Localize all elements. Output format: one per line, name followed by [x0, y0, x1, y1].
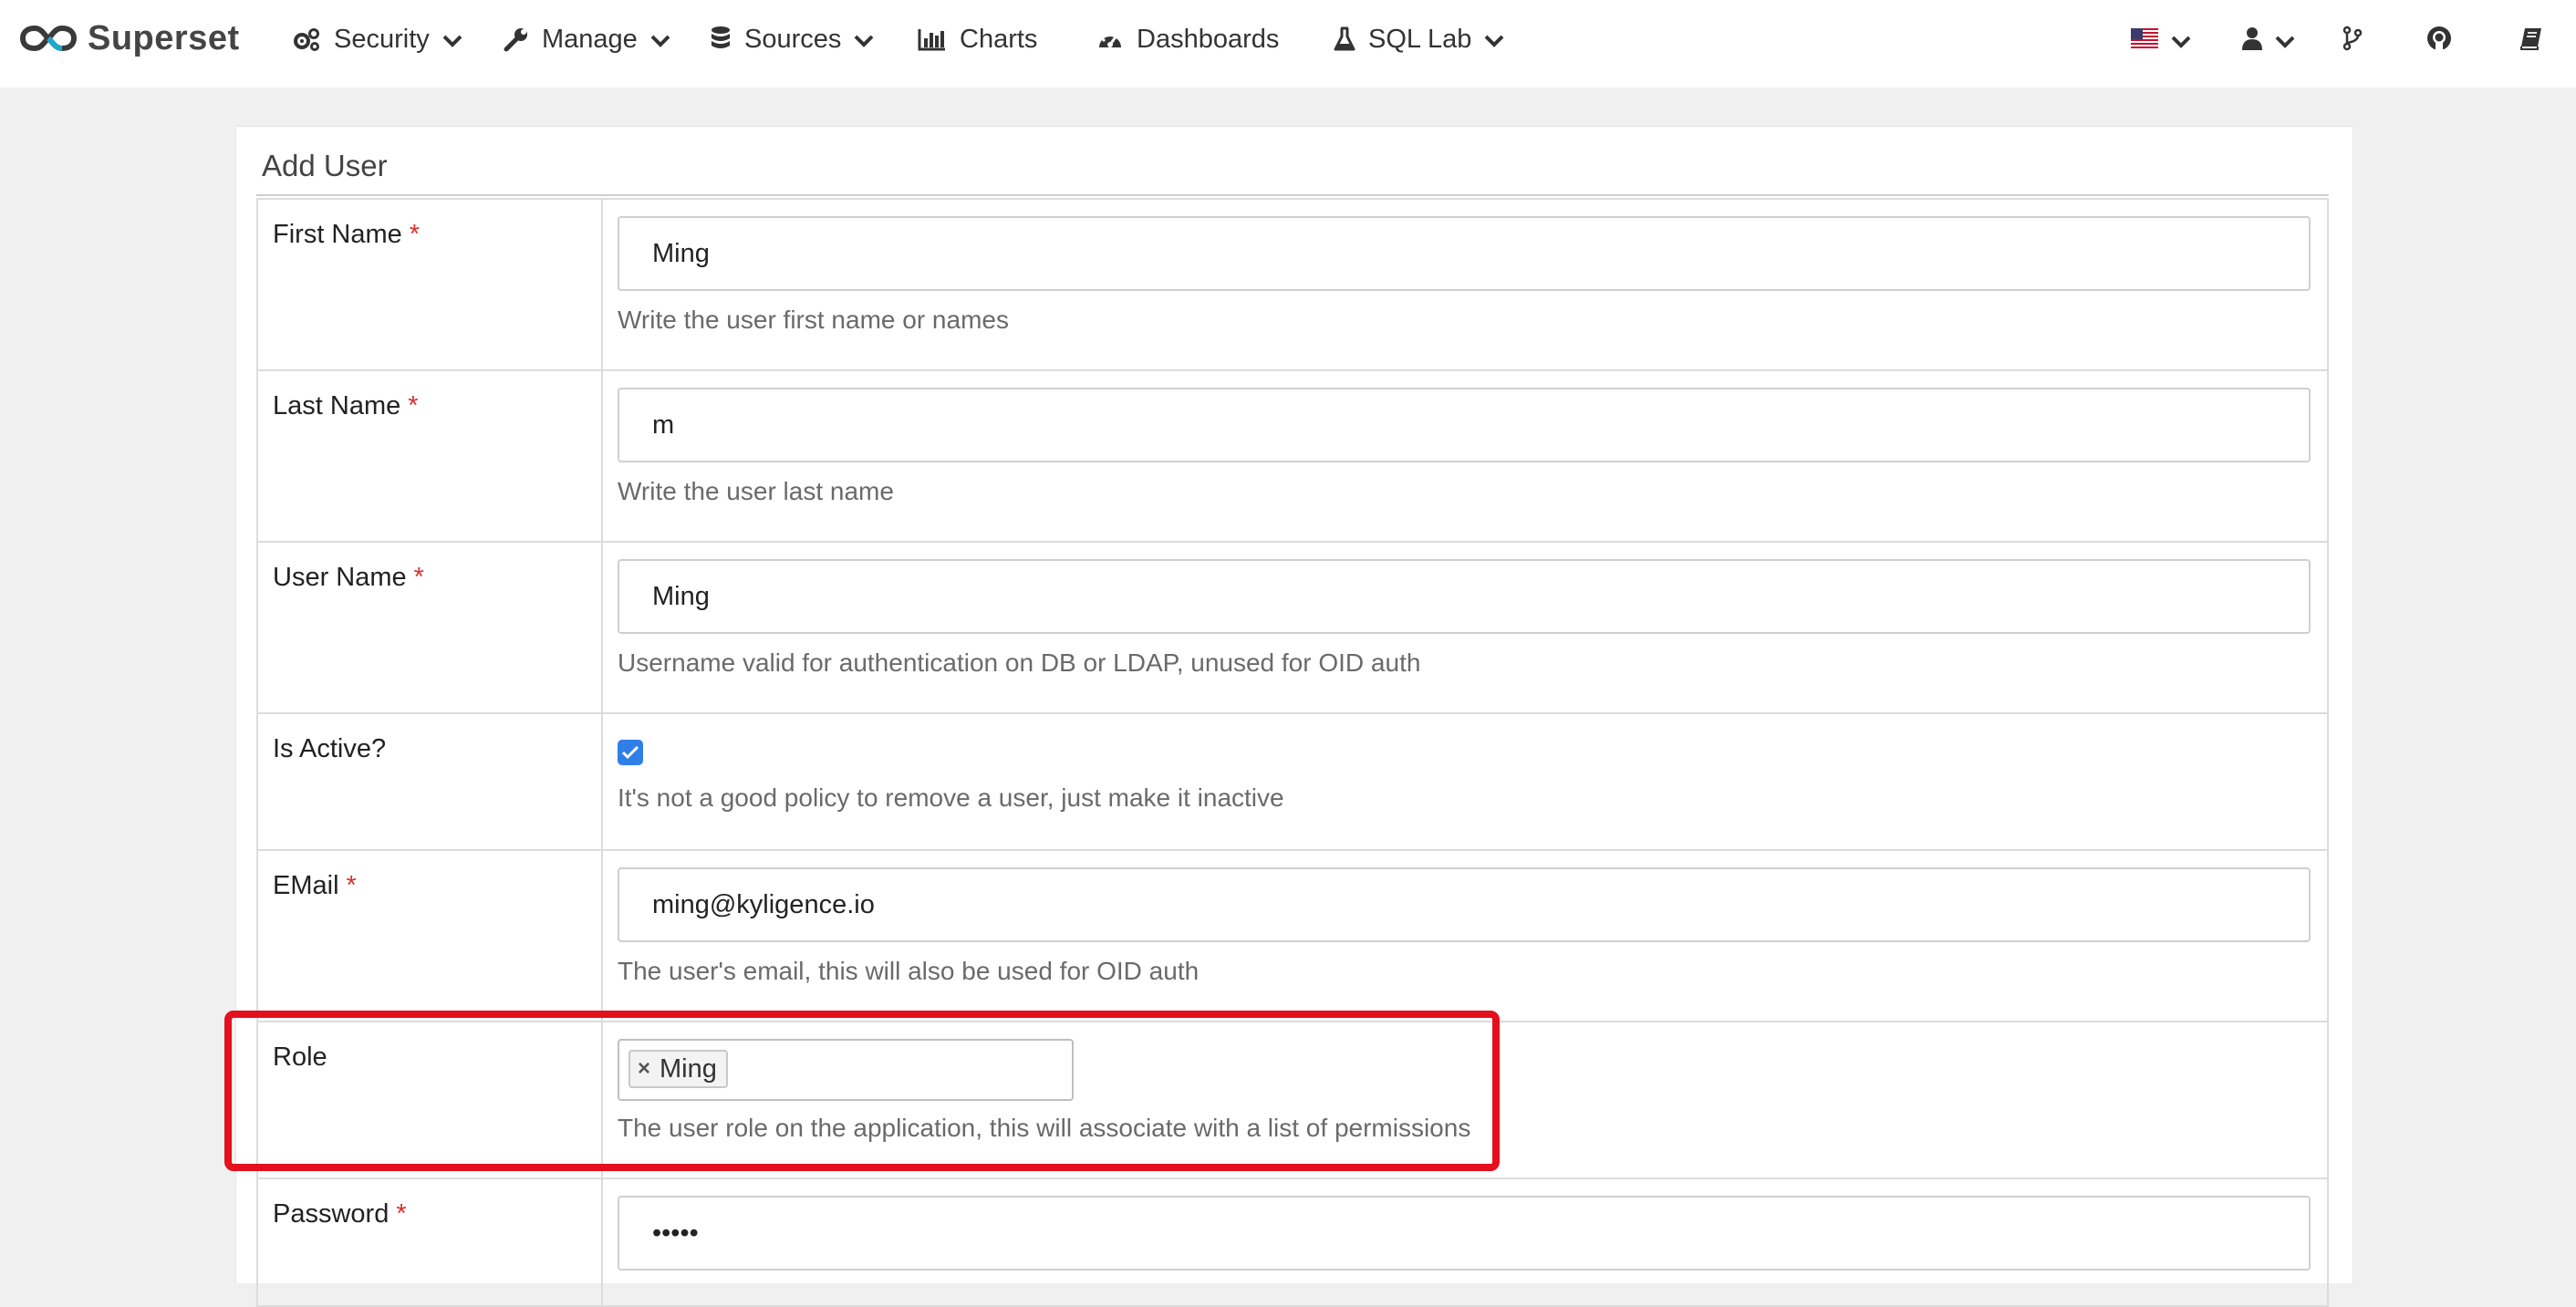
nav-security[interactable]: Security: [292, 18, 462, 60]
user-menu[interactable]: [2242, 20, 2295, 60]
is-active-label: Is Active?: [273, 734, 387, 763]
email-label: EMail *: [273, 871, 357, 900]
password-input[interactable]: [618, 1196, 2311, 1271]
nav-sql-lab-label: SQL Lab: [1368, 24, 1472, 54]
required-marker: *: [346, 871, 357, 900]
is-active-help: It's not a good policy to remove a user,…: [618, 783, 1284, 812]
chevron-down-icon: [1484, 35, 1504, 47]
password-label: Password *: [273, 1199, 407, 1229]
role-select[interactable]: × Ming: [618, 1039, 1074, 1101]
user-name-row: User Name* Username valid for authentica…: [256, 541, 2329, 714]
checkmark-icon: [621, 745, 639, 760]
flask-icon: [1334, 26, 1356, 52]
add-user-panel: Add User First Name* Write the user firs…: [235, 126, 2353, 1307]
first-name-help: Write the user first name or names: [618, 306, 1009, 334]
last-name-input[interactable]: [618, 388, 2311, 462]
nav-dashboards-label: Dashboards: [1137, 24, 1280, 54]
role-tag-label: Ming: [660, 1053, 717, 1084]
chevron-down-icon: [2171, 36, 2191, 48]
version-info[interactable]: [2342, 20, 2363, 60]
nav-charts[interactable]: Charts: [918, 18, 1037, 60]
add-user-form: First Name* Write the user first name or…: [256, 198, 2329, 1307]
nav-charts-label: Charts: [960, 24, 1038, 54]
required-marker: *: [396, 1199, 407, 1229]
first-name-input[interactable]: [618, 216, 2311, 291]
cogs-icon: [292, 26, 321, 52]
nav-sources[interactable]: Sources: [710, 18, 874, 60]
email-help: The user's email, this will also be used…: [618, 957, 1200, 985]
chevron-down-icon: [2275, 36, 2295, 48]
nav-security-label: Security: [334, 24, 430, 54]
user-name-label: User Name *: [273, 563, 424, 592]
user-name-help: Username valid for authentication on DB …: [618, 648, 1421, 677]
superset-logo-icon: [20, 25, 77, 52]
brand-name: Superset: [88, 18, 240, 57]
email-row: EMail* The user's email, this will also …: [256, 849, 2329, 1022]
first-name-label: First Name *: [273, 220, 421, 249]
last-name-row: Last Name* Write the user last name: [256, 369, 2329, 543]
title-divider: [256, 194, 2329, 196]
password-row: Password *: [256, 1177, 2329, 1307]
github-icon: [2426, 26, 2452, 56]
is-active-row: Is Active? It's not a good policy to rem…: [256, 712, 2329, 851]
user-icon: [2242, 26, 2262, 55]
brand-logo[interactable]: Superset: [20, 13, 240, 64]
github-link[interactable]: [2426, 20, 2452, 60]
book-icon: [2519, 26, 2543, 55]
chevron-down-icon: [854, 35, 874, 47]
top-navbar: Superset Security Manage Sources Charts: [0, 0, 2576, 88]
is-active-checkbox[interactable]: [618, 740, 643, 765]
role-help: The user role on the application, this w…: [618, 1114, 1471, 1142]
database-icon: [710, 26, 732, 53]
role-row: Role × Ming The user role on the applica…: [256, 1021, 2329, 1179]
documentation-link[interactable]: [2519, 20, 2543, 60]
required-marker: *: [409, 220, 421, 249]
nav-manage[interactable]: Manage: [504, 18, 670, 60]
chevron-down-icon: [650, 35, 670, 47]
required-marker: *: [408, 391, 419, 420]
remove-tag-icon[interactable]: ×: [638, 1056, 650, 1082]
nav-dashboards[interactable]: Dashboards: [1096, 18, 1279, 60]
email-input[interactable]: [618, 867, 2311, 942]
chevron-down-icon: [442, 35, 462, 47]
nav-sources-label: Sources: [744, 24, 842, 54]
page-title: Add User: [262, 149, 388, 182]
bar-chart-icon: [918, 27, 947, 51]
wrench-icon: [504, 26, 529, 52]
nav-sql-lab[interactable]: SQL Lab: [1334, 18, 1504, 60]
dashboard-icon: [1096, 27, 1124, 51]
role-tag: × Ming: [628, 1050, 728, 1088]
us-flag-icon: [2131, 27, 2158, 53]
last-name-help: Write the user last name: [618, 477, 894, 505]
required-marker: *: [413, 563, 424, 592]
language-menu[interactable]: [2131, 20, 2191, 60]
last-name-label: Last Name *: [273, 391, 419, 420]
git-branch-icon: [2342, 26, 2363, 56]
first-name-row: First Name* Write the user first name or…: [256, 198, 2329, 371]
role-label: Role: [273, 1042, 327, 1072]
nav-manage-label: Manage: [542, 24, 638, 54]
user-name-input[interactable]: [618, 559, 2311, 634]
